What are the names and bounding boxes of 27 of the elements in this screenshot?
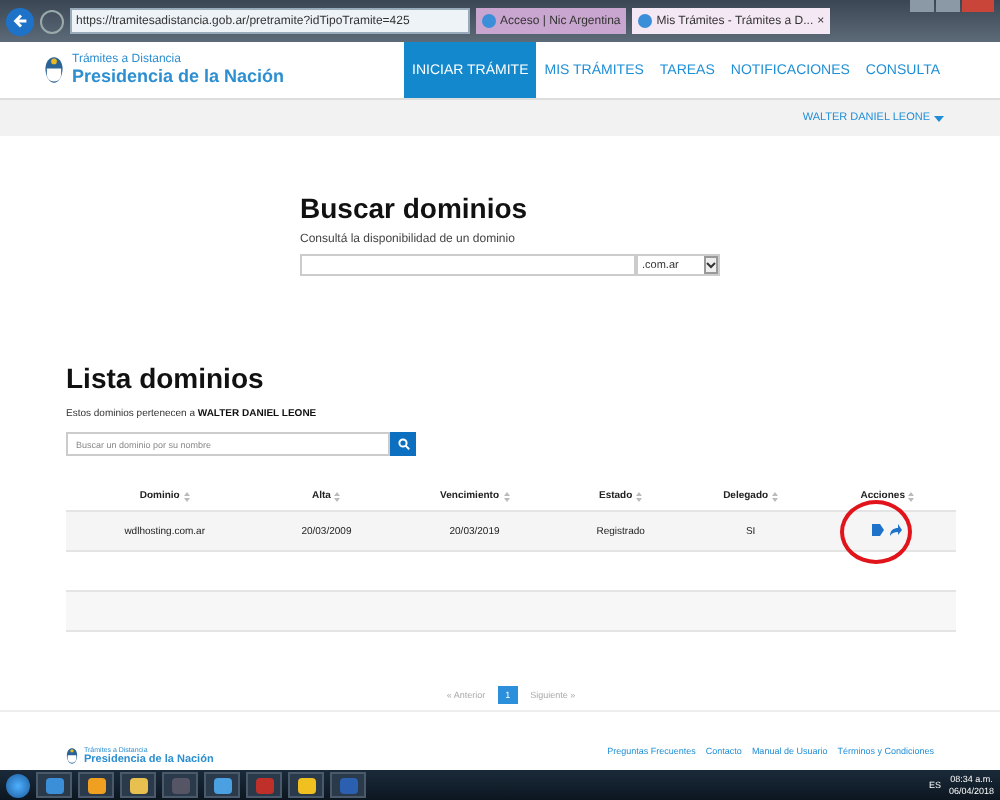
section-title: Buscar dominios: [300, 192, 530, 224]
caret-icon: [934, 115, 944, 121]
search-icon: [397, 438, 409, 450]
domain-input[interactable]: [300, 254, 636, 276]
taskbar-app-icon[interactable]: [120, 772, 156, 798]
taskbar-app-icon[interactable]: [204, 772, 240, 798]
annotation-circle: [840, 500, 912, 564]
back-arrow-icon: [11, 12, 29, 30]
sort-icon[interactable]: [503, 491, 509, 501]
sort-icon[interactable]: [334, 491, 341, 501]
search-button[interactable]: [390, 432, 416, 456]
sort-icon[interactable]: [772, 491, 779, 501]
taskbar-app-icon[interactable]: [288, 772, 324, 798]
section-title: Lista dominios: [66, 362, 266, 394]
back-button[interactable]: [6, 7, 34, 35]
forward-icon[interactable]: [890, 523, 903, 535]
sort-icon[interactable]: [183, 491, 190, 501]
sort-icon[interactable]: [908, 491, 915, 501]
taskbar-app-icon[interactable]: [78, 772, 114, 798]
taskbar-app-icon[interactable]: [36, 772, 72, 798]
forward-button[interactable]: [40, 9, 64, 33]
sort-icon[interactable]: [636, 491, 643, 501]
coat-of-arms-icon: [44, 54, 64, 86]
start-button[interactable]: [6, 773, 30, 797]
logo-title: Presidencia de la Nación: [72, 66, 285, 86]
dropdown-arrow-icon: [704, 256, 718, 274]
coat-of-arms-icon: [66, 746, 78, 766]
